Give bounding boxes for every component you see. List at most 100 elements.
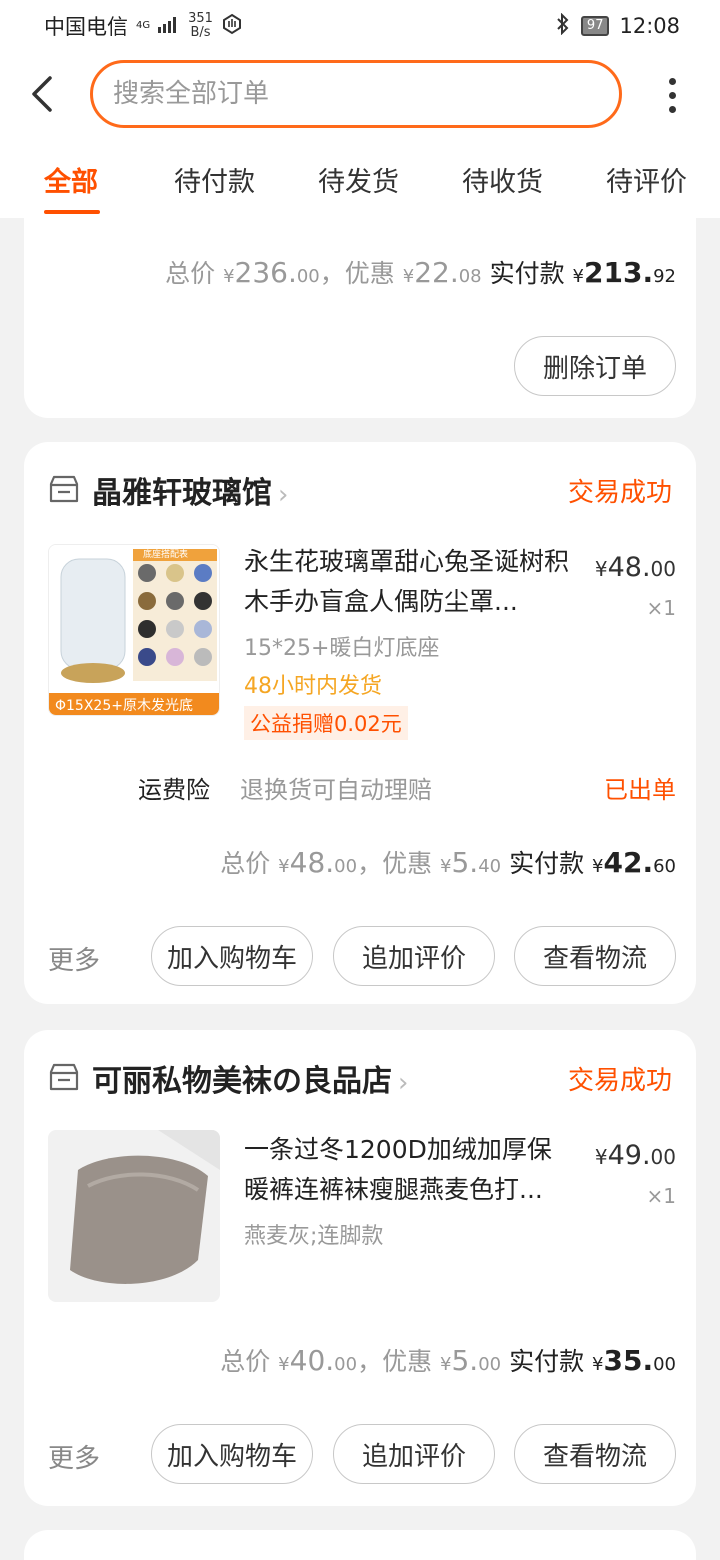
add-to-cart-button[interactable]: 加入购物车 [151, 926, 313, 986]
dot-icon [668, 92, 676, 99]
order-card [24, 1530, 696, 1560]
product-title[interactable]: 一条过冬1200D加绒加厚保暖裤连裤袜瘦腿燕麦色打... [244, 1130, 574, 1210]
product-sku: 燕麦灰;连脚款 [244, 1224, 384, 1249]
shop-name-link[interactable]: 可丽私物美袜の良品店 › [92, 1056, 408, 1100]
paid-amount: 实付款 ¥35.00 [509, 1344, 676, 1377]
chevron-right-icon: › [398, 1068, 409, 1098]
bluetooth-icon [555, 12, 571, 40]
tab-pending-shipment[interactable]: 待发货 [318, 160, 399, 199]
product-quantity: ×1 [646, 596, 676, 620]
discount-label: ，优惠 [319, 259, 395, 288]
tab-pending-review[interactable]: 待评价 [606, 160, 687, 199]
paid-value: 213. [584, 256, 654, 289]
total-value: 236. [234, 256, 297, 289]
signal-bars-icon [158, 14, 180, 38]
currency-symbol: ¥ [223, 266, 235, 287]
order-totals: 总价 ¥40.00，优惠 ¥5.00 实付款 ¥35.00 [220, 1342, 676, 1378]
status-bar: 中国电信 4G 351 B/s 97 12:08 [0, 0, 720, 52]
net-speed: 351 B/s [188, 12, 213, 40]
currency-symbol: ¥ [278, 1354, 290, 1375]
search-input[interactable] [113, 79, 619, 109]
discount-decimal: 00 [478, 1354, 502, 1375]
paid-label: 实付款 [509, 1347, 585, 1376]
currency-symbol: ¥ [592, 1354, 604, 1375]
total-decimal: 00 [334, 1354, 358, 1375]
order-card: 可丽私物美袜の良品店 › 交易成功 一条过冬1200D加绒加厚保暖裤连裤袜瘦腿燕麦… [24, 1030, 696, 1506]
carrier-label: 中国电信 [44, 15, 128, 39]
product-title[interactable]: 永生花玻璃罩甜心兔圣诞树积木手办盲盒人偶防尘罩... [244, 542, 574, 622]
thumbnail-caption-top: 底座搭配表 [143, 550, 189, 560]
currency-symbol: ¥ [440, 856, 452, 877]
product-thumbnail[interactable]: 底座搭配表 Φ15X25+原木发光底 [48, 544, 220, 716]
search-box[interactable] [90, 60, 622, 128]
paid-decimal: 92 [653, 266, 676, 287]
product-price: ¥48.00 [595, 552, 676, 583]
hand-icon [221, 13, 243, 40]
discount-label: ，优惠 [357, 849, 433, 878]
discount-decimal: 40 [478, 856, 502, 877]
total-decimal: 00 [296, 266, 320, 287]
paid-value: 35. [603, 1344, 654, 1377]
paid-amount: 实付款 ¥213.92 [489, 256, 676, 289]
paid-decimal: 60 [653, 856, 676, 877]
order-status: 交易成功 [567, 478, 672, 508]
add-to-cart-button[interactable]: 加入购物车 [151, 1424, 313, 1484]
header [0, 52, 720, 140]
order-totals: 总价 ¥48.00，优惠 ¥5.40 实付款 ¥42.60 [220, 844, 676, 880]
currency-symbol: ¥ [594, 1145, 608, 1169]
dot-icon [668, 78, 676, 85]
more-options-button[interactable] [662, 74, 682, 118]
currency-symbol: ¥ [440, 1354, 452, 1375]
product-price: ¥49.00 [595, 1140, 676, 1171]
insurance-label: 运费险 [138, 776, 210, 804]
view-logistics-button[interactable]: 查看物流 [514, 1424, 676, 1484]
product-quantity: ×1 [646, 1184, 676, 1208]
currency-symbol: ¥ [402, 266, 415, 287]
view-logistics-button[interactable]: 查看物流 [514, 926, 676, 986]
total-label: 总价 [220, 1347, 271, 1376]
insurance-description: 退换货可自动理赔 [240, 776, 432, 804]
thumbnail-caption-bottom: Φ15X25+原木发光底 [55, 698, 193, 714]
tab-all[interactable]: 全部 [44, 160, 98, 199]
tab-pending-receipt[interactable]: 待收货 [462, 160, 543, 199]
order-totals: 总价 ¥236.00，优惠 ¥22.08 实付款 ¥213.92 [165, 254, 676, 290]
discount-value: 22. [414, 256, 459, 289]
paid-amount: 实付款 ¥42.60 [509, 846, 676, 879]
add-review-button[interactable]: 追加评价 [333, 1424, 495, 1484]
chevron-left-icon [32, 76, 52, 112]
delete-order-button[interactable]: 删除订单 [514, 336, 676, 396]
tights-image [48, 1130, 220, 1302]
total-value: 40. [289, 1344, 335, 1377]
discount-label: ，优惠 [357, 1347, 433, 1376]
shop-name: 可丽私物美袜の良品店 [92, 1064, 392, 1099]
signal-icon: 4G [136, 20, 151, 31]
back-button[interactable] [28, 74, 58, 114]
total-label: 总价 [220, 849, 271, 878]
order-status: 交易成功 [567, 1066, 672, 1096]
more-actions-button[interactable]: 更多 [48, 940, 100, 977]
order-card: 晶雅轩玻璃馆 › 交易成功 底座搭配表 Φ15X25+原木发光底 永生花玻璃罩甜心… [24, 442, 696, 1004]
shop-icon [49, 475, 79, 503]
charity-badge: 公益捐赠0.02元 [244, 706, 408, 740]
order-card: 总价 ¥236.00，优惠 ¥22.08 实付款 ¥213.92 删除订单 [24, 206, 696, 418]
total-label: 总价 [165, 259, 216, 288]
net-speed-unit: B/s [190, 25, 211, 40]
price-decimal: 00 [650, 1145, 676, 1169]
add-review-button[interactable]: 追加评价 [333, 926, 495, 986]
product-thumbnail[interactable] [48, 1130, 220, 1302]
chevron-right-icon: › [278, 480, 289, 510]
shop-icon [49, 1063, 79, 1091]
shop-name: 晶雅轩玻璃馆 [92, 476, 272, 511]
shipping-promise: 48小时内发货 [244, 674, 382, 699]
discount-value: 5. [451, 1344, 479, 1377]
paid-label: 实付款 [509, 849, 585, 878]
paid-label: 实付款 [489, 259, 565, 288]
shop-name-link[interactable]: 晶雅轩玻璃馆 › [92, 468, 288, 512]
currency-symbol: ¥ [594, 557, 608, 581]
tab-pending-payment[interactable]: 待付款 [174, 160, 255, 199]
more-actions-button[interactable]: 更多 [48, 1438, 100, 1475]
product-sku: 15*25+暖白灯底座 [244, 636, 440, 661]
price-value: 48. [607, 552, 651, 583]
currency-symbol: ¥ [278, 856, 290, 877]
paid-decimal: 00 [653, 1354, 676, 1375]
